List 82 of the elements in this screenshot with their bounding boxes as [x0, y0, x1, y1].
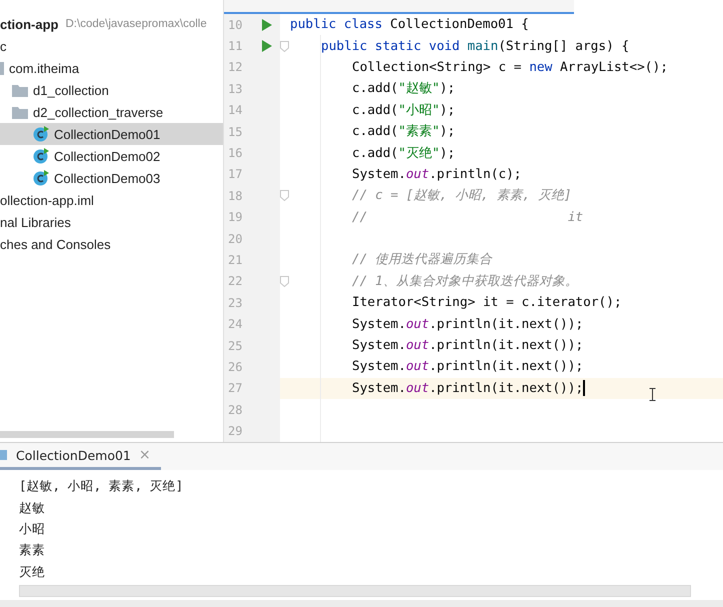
- class-icon: [33, 148, 49, 164]
- tree-item[interactable]: ches and Consoles: [0, 233, 223, 255]
- tree-item[interactable]: ollection-app.iml: [0, 189, 223, 211]
- tree-label: d2_collection_traverse: [33, 104, 164, 120]
- tree-item[interactable]: CollectionDemo02: [0, 145, 223, 167]
- output-line: 赵敏: [19, 498, 46, 517]
- tree-label: d1_collection: [33, 82, 109, 98]
- code-line: // 使用迭代器遍历集合: [352, 251, 492, 268]
- output-line: [赵敏, 小昭, 素素, 灭绝]: [19, 477, 184, 496]
- line-number: 24: [227, 317, 244, 332]
- folder-icon: [12, 84, 28, 96]
- line-number: 27: [227, 381, 244, 396]
- fold-marker-icon[interactable]: [280, 40, 289, 52]
- tree-item[interactable]: CollectionDemo01: [0, 123, 223, 145]
- fold-marker-icon[interactable]: [280, 276, 289, 287]
- code-line: // it: [352, 210, 584, 225]
- line-number: 15: [227, 124, 244, 139]
- project-path: D:\code\javasepromax\colle: [66, 18, 207, 30]
- line-number: 19: [227, 210, 244, 224]
- tree-item[interactable]: nal Libraries: [0, 211, 223, 233]
- fold-marker-icon[interactable]: [280, 190, 289, 202]
- project-name: ction-app: [0, 16, 58, 32]
- code-line: System.out.println(it.next());: [352, 316, 584, 332]
- line-number: 10: [227, 18, 244, 32]
- code-line: public static void main(String[] args) {: [321, 38, 630, 54]
- scrollbar[interactable]: [19, 584, 691, 597]
- tree-label: c: [0, 38, 6, 54]
- run-icon[interactable]: [262, 40, 272, 52]
- line-number: 21: [227, 252, 244, 267]
- code-line: System.out.println(it.next());: [352, 380, 584, 396]
- line-number: 13: [227, 82, 244, 96]
- tree-label: CollectionDemo01: [54, 126, 160, 142]
- tree-item[interactable]: d1_collection: [0, 79, 223, 101]
- code-line: System.out.println(it.next());: [352, 338, 584, 354]
- line-number: 26: [227, 360, 244, 374]
- code-line: Collection<String> c = new ArrayList<>();: [352, 60, 668, 75]
- folder-icon: [12, 106, 28, 118]
- output-line: 素素: [19, 541, 46, 560]
- line-number: 18: [227, 188, 244, 203]
- tree-item[interactable]: c: [0, 35, 223, 57]
- tree-label: nal Libraries: [0, 214, 71, 230]
- code-line: // 1、从集合对象中获取迭代器对象。: [352, 272, 578, 290]
- tree-label: ches and Consoles: [0, 236, 111, 252]
- line-number: 14: [227, 103, 244, 118]
- code-line: System.out.println(c);: [352, 166, 522, 182]
- output-line: 灭绝: [19, 562, 46, 581]
- scrollbar[interactable]: [0, 431, 174, 438]
- code-line: c.add("灭绝");: [352, 144, 456, 162]
- line-number: 16: [227, 146, 244, 160]
- tree-label: CollectionDemo02: [54, 148, 160, 164]
- line-number: 28: [227, 402, 244, 417]
- tree-item[interactable]: d2_collection_traverse: [0, 101, 223, 123]
- tree-label: CollectionDemo03: [54, 170, 160, 186]
- line-number: 22: [227, 274, 244, 288]
- code-line: c.add("赵敏");: [352, 80, 456, 98]
- run-tab-label: CollectionDemo01: [16, 448, 131, 462]
- class-icon: [33, 170, 49, 186]
- line-number: 12: [227, 60, 244, 74]
- code-line: c.add("素素");: [352, 123, 456, 140]
- text-cursor-icon: [649, 388, 656, 401]
- line-number: 20: [227, 232, 244, 246]
- code-line: public class CollectionDemo01 {: [290, 17, 529, 32]
- class-icon: [33, 126, 49, 142]
- run-icon[interactable]: [262, 18, 272, 31]
- tree-item[interactable]: CollectionDemo03: [0, 167, 223, 189]
- console-icon: [0, 449, 8, 461]
- line-number: 29: [227, 424, 244, 438]
- tree-item[interactable]: com.itheima: [0, 57, 223, 79]
- output-line: 小昭: [19, 520, 46, 538]
- line-number: 25: [227, 338, 244, 353]
- code-line: Iterator<String> it = c.iterator();: [352, 295, 622, 310]
- code-editor[interactable]: [224, 0, 723, 442]
- code-line: c.add("小昭");: [352, 102, 456, 119]
- line-number: 23: [227, 296, 244, 310]
- code-line: // c = [赵敏, 小昭, 素素, 灭绝]: [352, 187, 572, 204]
- line-number: 17: [227, 167, 244, 182]
- tree-item[interactable]: ction-app D:\code\javasepromax\colle: [0, 13, 223, 35]
- line-number: 11: [227, 39, 244, 54]
- tree-label: com.itheima: [9, 60, 80, 76]
- text-caret: [583, 380, 586, 396]
- tree-label: ollection-app.iml: [0, 192, 94, 208]
- code-line: System.out.println(it.next());: [352, 359, 584, 374]
